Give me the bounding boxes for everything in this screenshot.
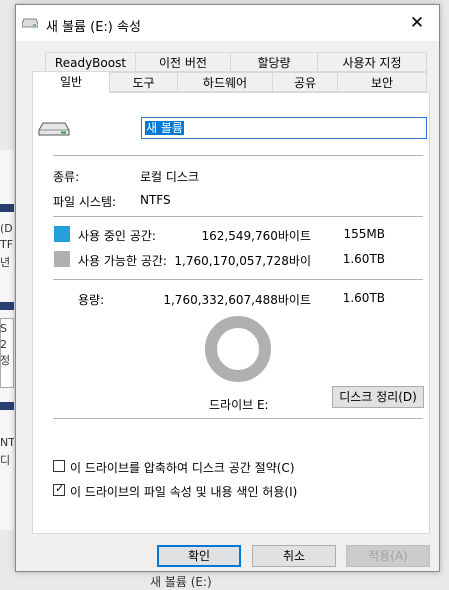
capacity-bytes: 1,760,332,607,488바이트 — [163, 293, 311, 307]
compress-checkbox[interactable] — [53, 460, 65, 472]
tab-sharing[interactable]: 공유 — [272, 72, 338, 92]
ok-button[interactable]: 확인 — [157, 545, 241, 567]
tab-previous-versions[interactable]: 이전 버전 — [135, 52, 231, 72]
index-label: 이 드라이브의 파일 속성 및 내용 색인 허용(I) — [70, 485, 298, 499]
tab-readyboost[interactable]: ReadyBoost — [45, 52, 136, 72]
background-drive-label: 새 볼륨 (E:) — [150, 575, 212, 589]
divider — [53, 216, 423, 217]
tab-customize[interactable]: 사용자 지정 — [317, 52, 427, 72]
free-space-label: 사용 가능한 공간: — [78, 254, 167, 268]
general-tab-panel: 새 볼륨 종류: 로컬 디스크 파일 시스템: NTFS 사용 중인 공간: 1… — [32, 92, 430, 534]
index-checkbox[interactable]: ✓ — [53, 482, 65, 496]
background-fragment: TF — [0, 238, 14, 251]
tab-tools[interactable]: 도구 — [109, 72, 178, 92]
volume-name-input[interactable]: 새 볼륨 — [141, 117, 427, 139]
type-label: 종류: — [53, 170, 80, 184]
divider — [53, 418, 423, 419]
used-space-label: 사용 중인 공간: — [78, 229, 156, 243]
free-space-bytes: 1,760,170,057,728바이 — [174, 254, 311, 268]
divider — [53, 155, 423, 156]
tab-hardware[interactable]: 하드웨어 — [177, 72, 273, 92]
tab-security[interactable]: 보안 — [337, 72, 427, 92]
hard-drive-icon — [38, 122, 70, 136]
drive-icon — [22, 18, 38, 28]
background-fragment: 년 — [0, 256, 11, 269]
apply-button[interactable]: 적용(A) — [346, 545, 430, 567]
checkmark-icon: ✓ — [55, 482, 65, 495]
volume-name-text: 새 볼륨 — [145, 121, 184, 135]
capacity-label: 용량: — [78, 293, 105, 307]
background-header-strip — [0, 204, 14, 212]
background-fragment: (D — [0, 222, 13, 235]
disk-cleanup-button[interactable]: 디스크 정리(D) — [332, 386, 424, 408]
background-fragment: 디 — [0, 454, 11, 467]
file-system-value: NTFS — [140, 193, 171, 207]
free-space-size: 1.60TB — [342, 252, 385, 266]
title-bar: 새 볼륨 (E:) 속성 ✕ — [16, 5, 439, 41]
background-fragment: NT — [0, 436, 14, 449]
disk-usage-donut — [205, 316, 271, 382]
drive-label: 드라이브 E: — [209, 398, 269, 412]
compress-label: 이 드라이브를 압축하여 디스크 공간 절약(C) — [70, 461, 295, 475]
properties-dialog: 새 볼륨 (E:) 속성 ✕ ReadyBoost 이전 버전 할당량 사용자 … — [15, 4, 440, 572]
background-header-strip — [0, 302, 14, 310]
background-fragment: 정 — [0, 354, 11, 367]
window-title: 새 볼륨 (E:) 속성 — [46, 20, 141, 35]
donut-free-segment — [205, 316, 271, 382]
divider — [53, 279, 423, 280]
background-header-strip — [0, 402, 14, 410]
type-value: 로컬 디스크 — [140, 170, 200, 184]
tab-general[interactable]: 일반 — [32, 71, 110, 93]
used-space-size: 155MB — [343, 227, 386, 241]
used-space-bytes: 162,549,760바이트 — [201, 229, 311, 243]
background-fragment: 2 — [0, 338, 7, 351]
close-icon[interactable]: ✕ — [395, 5, 439, 41]
free-space-swatch — [54, 251, 70, 267]
background-fragment: S — [0, 322, 7, 335]
capacity-size: 1.60TB — [342, 291, 385, 305]
file-system-label: 파일 시스템: — [53, 195, 117, 209]
cancel-button[interactable]: 취소 — [252, 545, 336, 567]
tab-quota[interactable]: 할당량 — [230, 52, 318, 72]
used-space-swatch — [54, 226, 70, 242]
